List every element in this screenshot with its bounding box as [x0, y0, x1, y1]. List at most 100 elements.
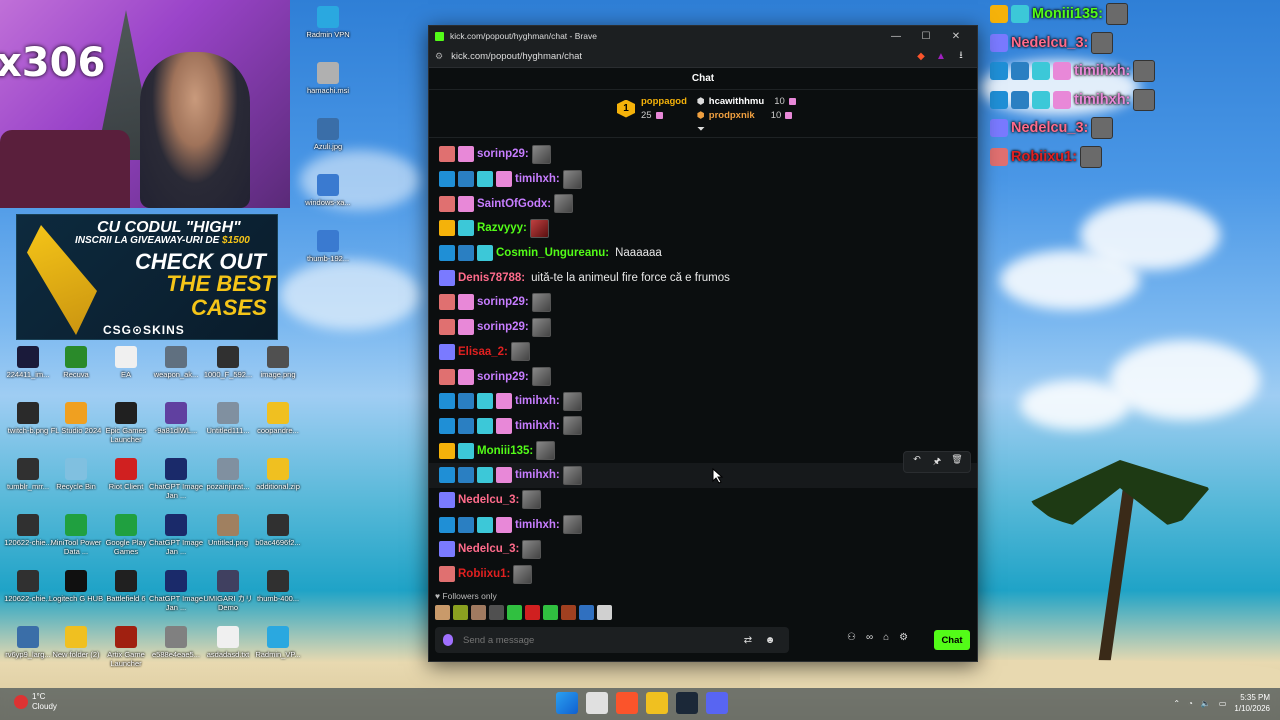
desktop-icon[interactable]: Artix Game Launcher — [98, 626, 154, 668]
weather-widget[interactable]: 1°C Cloudy — [14, 692, 57, 712]
chat-username[interactable]: Elisaa_2: — [458, 346, 508, 358]
gifter-badge-icon[interactable] — [458, 195, 474, 212]
desktop-icon[interactable]: pozainjurat... — [200, 458, 256, 491]
chat-message[interactable]: sorinp29: — [429, 315, 977, 340]
subscriber-badge-icon[interactable] — [477, 245, 493, 262]
desktop-icon[interactable]: Untitled.png — [200, 514, 256, 547]
chat-message[interactable]: Denis78788: uită-te la animeul fire force… — [429, 265, 977, 290]
chat-username[interactable]: sorinp29: — [477, 371, 529, 383]
file-explorer-icon[interactable] — [646, 692, 668, 714]
desktop-icon[interactable]: ChatGPT Image Jan ... — [148, 458, 204, 500]
desktop-icon[interactable]: hamachi.msi — [300, 62, 356, 95]
desktop-icon[interactable]: Recycle Bin — [48, 458, 104, 491]
minimize-button[interactable]: — — [881, 31, 911, 42]
vip-badge-icon[interactable] — [439, 368, 455, 385]
chat-username[interactable]: Razvyyy: — [477, 222, 527, 234]
steam-icon[interactable] — [676, 692, 698, 714]
clock[interactable]: 5:35 PM 1/10/2026 — [1234, 692, 1270, 714]
vip-badge-icon[interactable] — [439, 146, 455, 163]
gifter3-name[interactable]: prodpxnik — [709, 110, 755, 121]
desktop-icon[interactable]: thumb-192... — [300, 230, 356, 263]
desktop-icon[interactable]: Google Play Games — [98, 514, 154, 556]
chat-message[interactable]: timihxh: ↶ 🖈 🗑 — [429, 450, 977, 488]
emoji-icon[interactable]: ☻ — [759, 635, 781, 646]
battery-icon[interactable]: ▭ — [1219, 699, 1227, 708]
subscriber-badge-icon[interactable] — [477, 516, 493, 533]
subscriber-badge-icon[interactable] — [477, 171, 493, 188]
chat-username[interactable]: timihxh: — [515, 469, 560, 481]
gifter-badge-icon[interactable] — [496, 516, 512, 533]
desktop-icon[interactable]: thumb-400... — [250, 570, 306, 603]
desktop-icon[interactable]: windows-xa... — [300, 174, 356, 207]
desktop-icon[interactable]: e588e4eae5... — [148, 626, 204, 659]
chat-message[interactable]: timihxh: — [429, 414, 977, 439]
verified-badge-icon[interactable] — [439, 491, 455, 508]
og-badge-icon[interactable] — [458, 245, 474, 262]
desktop-icon[interactable]: image.png — [250, 346, 306, 379]
moderator-badge-icon[interactable] — [439, 245, 455, 262]
chat-username[interactable]: timihxh: — [515, 173, 560, 185]
message-input[interactable] — [463, 634, 737, 646]
maximize-button[interactable]: ☐ — [911, 31, 941, 42]
emote-icon[interactable] — [561, 605, 576, 620]
desktop-icon[interactable]: Radmin VPN — [300, 6, 356, 39]
moderator-badge-icon[interactable] — [439, 516, 455, 533]
gifter-badge-icon[interactable] — [496, 171, 512, 188]
desktop-icon[interactable]: Battlefield 6 — [98, 570, 154, 603]
subscriber-badge-icon[interactable] — [477, 467, 493, 484]
emote-icon[interactable] — [471, 605, 486, 620]
chat-message[interactable]: Moniii135: — [429, 438, 977, 463]
founder-badge-icon[interactable] — [439, 220, 455, 237]
og-badge-icon[interactable] — [458, 516, 474, 533]
settings-icon[interactable]: ⚙ — [899, 632, 908, 643]
desktop-icon[interactable]: New folder (2) — [48, 626, 104, 659]
chat-message[interactable]: Razvyyy: — [429, 216, 977, 241]
desktop-icon[interactable]: Logitech G HUB — [48, 570, 104, 603]
close-button[interactable]: ✕ — [941, 31, 971, 42]
network-icon[interactable]: ◔ — [1188, 699, 1193, 708]
chat-message[interactable]: timihxh: — [429, 512, 977, 537]
og-badge-icon[interactable] — [458, 393, 474, 410]
chat-message[interactable]: sorinp29: — [429, 364, 977, 389]
vip-badge-icon[interactable] — [439, 294, 455, 311]
chat-username[interactable]: timihxh: — [515, 420, 560, 432]
brave-shield-icon[interactable]: ◆ — [911, 51, 931, 62]
subscriber-badge-icon[interactable] — [477, 417, 493, 434]
chat-username[interactable]: Denis78788: — [458, 272, 525, 284]
desktop-icon[interactable]: ChatGPT Image Jan ... — [148, 514, 204, 556]
desktop-icon[interactable]: Azuli.jpg — [300, 118, 356, 151]
desktop-icon[interactable]: Untitled111... — [200, 402, 256, 435]
mic-icon[interactable] — [443, 634, 453, 646]
url-field[interactable]: kick.com/popout/hyghman/chat — [451, 51, 911, 62]
chat-username[interactable]: Cosmin_Ungureanu: — [496, 247, 609, 259]
verified-badge-icon[interactable] — [439, 269, 455, 286]
download-icon[interactable]: ⭳ — [951, 48, 971, 65]
chat-message[interactable]: sorinp29: — [429, 142, 977, 167]
task-view-icon[interactable] — [586, 692, 608, 714]
start-icon[interactable] — [556, 692, 578, 714]
emote-icon[interactable] — [597, 605, 612, 620]
desktop-icon[interactable]: weapon_ak... — [148, 346, 204, 379]
chat-message[interactable]: SaintOfGodx: — [429, 191, 977, 216]
volume-icon[interactable]: 🔈 — [1201, 699, 1211, 708]
gifter-badge-icon[interactable] — [458, 368, 474, 385]
desktop-icon[interactable]: UMIGARI カリ Demo — [200, 570, 256, 612]
chat-message[interactable]: Elisaa_2: — [429, 340, 977, 365]
chat-username[interactable]: Moniii135: — [477, 445, 533, 457]
gifter-badge-icon[interactable] — [496, 467, 512, 484]
desktop-icon[interactable]: b0ac4696f2... — [250, 514, 306, 547]
gifter-badge-icon[interactable] — [458, 319, 474, 336]
link-icon[interactable]: ∞ — [866, 632, 873, 643]
subscriber-badge-icon[interactable] — [458, 220, 474, 237]
site-settings-icon[interactable]: ⚙ — [435, 51, 443, 62]
chat-message[interactable]: Nedelcu_3: — [429, 537, 977, 562]
subscriber-badge-icon[interactable] — [477, 393, 493, 410]
brave-icon[interactable] — [616, 692, 638, 714]
reply-icon[interactable]: ↶ — [908, 454, 926, 470]
chat-username[interactable]: timihxh: — [515, 395, 560, 407]
chat-message[interactable]: Nedelcu_3: — [429, 488, 977, 513]
discord-icon[interactable] — [706, 692, 728, 714]
brave-rewards-icon[interactable]: ▲ — [931, 51, 951, 62]
moderator-badge-icon[interactable] — [439, 467, 455, 484]
tray-chevron-icon[interactable]: ⌃ — [1173, 699, 1180, 708]
